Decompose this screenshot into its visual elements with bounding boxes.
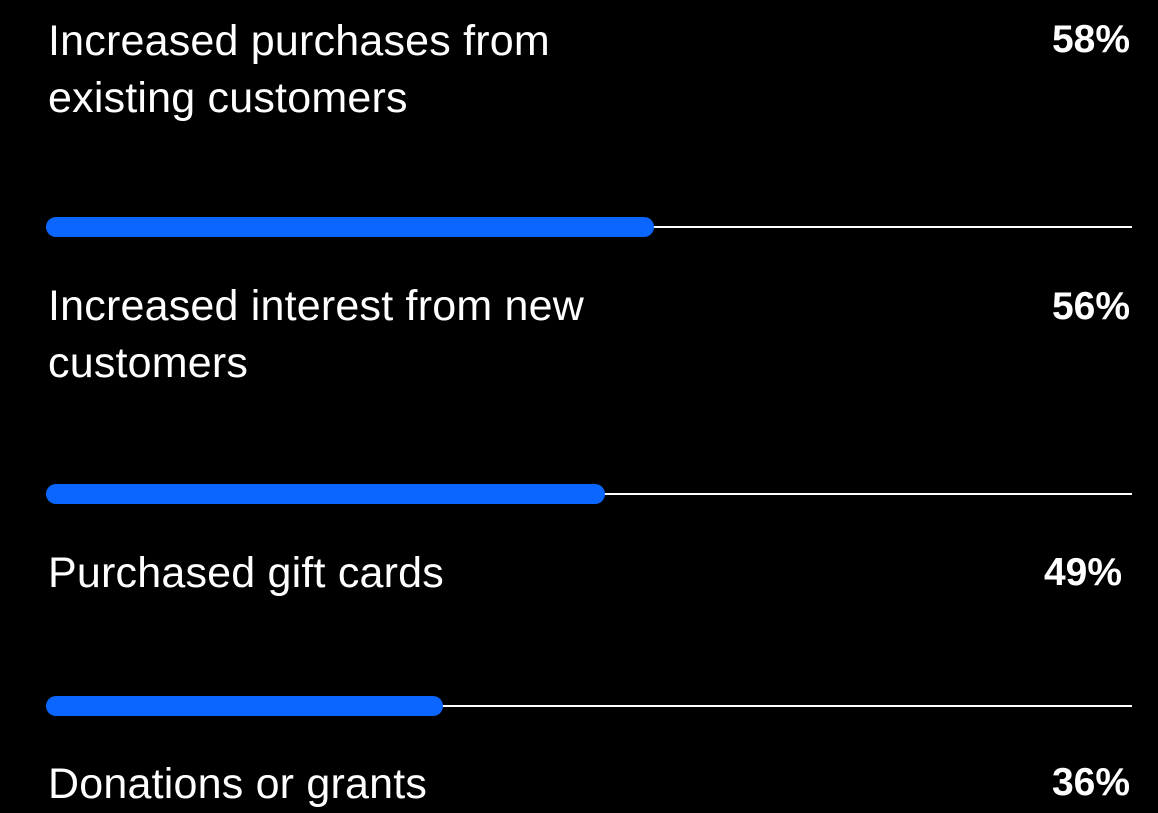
category-label: Donations or grants — [48, 760, 428, 808]
bar-track — [46, 484, 1132, 504]
bar-fill — [46, 696, 443, 716]
category-label: Purchased gift cards — [48, 549, 444, 597]
value-label: 58% — [1051, 18, 1130, 61]
value-label: 56% — [1051, 285, 1130, 328]
bar-fill — [46, 217, 654, 237]
value-label: 49% — [1043, 551, 1122, 594]
category-label: Increased purchases from existing custom… — [48, 17, 550, 122]
progress-bar-chart: Increased purchases from existing custom… — [0, 0, 1158, 808]
category-label: Increased interest from new customers — [48, 282, 584, 387]
bar-fill — [46, 484, 605, 504]
value-label: 36% — [1051, 761, 1130, 804]
bar-track — [46, 217, 1132, 237]
bar-track — [46, 696, 1132, 716]
